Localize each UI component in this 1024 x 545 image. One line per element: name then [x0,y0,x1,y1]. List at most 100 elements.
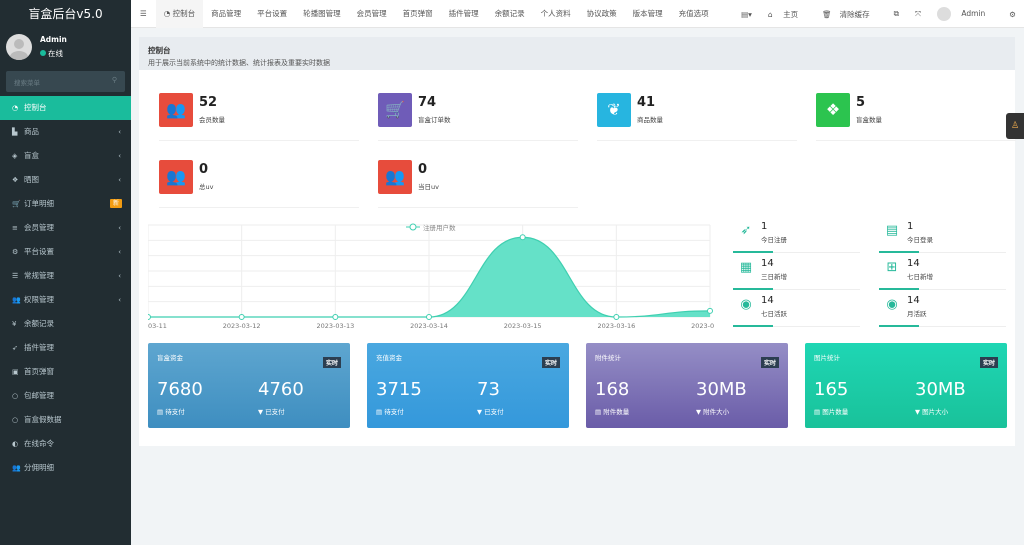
home-link[interactable]: ⌂ 主页 [760,9,814,20]
sidebar-item[interactable]: ⚙ 平台设置 ‹ [0,240,131,264]
avatar [6,34,32,60]
sidebar-item[interactable]: ◐ 在线命令 [0,432,131,456]
user-avatar [936,7,951,21]
sidebar-item[interactable]: ▙ 商品 ‹ [0,120,131,144]
sidebar-item-label: 盲盒 [24,151,39,160]
mini-stat-label: 七日活跃 [761,310,787,318]
nav-tab-label: 版本管理 [632,8,663,18]
card-title: 盲盒资金 [157,354,183,362]
card-label-1: ▤ 附件数量 [595,408,630,416]
sidebar-item[interactable]: ◔ 控制台 [0,96,131,120]
dashboard-icon: ◔ [12,104,19,112]
sidebar-item-label: 余额记录 [24,319,54,328]
x-tick-label: 2023-03-16 [597,322,635,330]
sidebar-item[interactable]: 🛒 订单明细 新 [0,192,131,216]
chevron-left-icon: ‹ [118,296,121,304]
sidebar-item[interactable]: ➶ 插件管理 [0,336,131,360]
search-icon[interactable]: ⚲ [112,76,117,84]
mini-stat: ⊞ 14 七日新增 [879,257,1006,290]
card-label-2-text: 已支付 [265,408,285,416]
side-toggle-button[interactable]: ♙ [1006,113,1024,139]
nav-tab[interactable]: 轮播图管理 [295,0,349,28]
summary-card: 图片统计 实时 165 ▤ 图片数量 30MB ▼ 图片大小 [805,343,1007,428]
sidebar-item[interactable]: ○ 包邮管理 [0,384,131,408]
data-point [519,234,526,241]
registration-chart: 2023-03-11 2023-03-12 2023-03-13 2023-03-14… [148,223,714,330]
sidebar-item[interactable]: ¥ 余额记录 [0,312,131,336]
mini-stat-label: 今日登录 [907,236,933,244]
card-label-1: ▤ 图片数量 [814,408,849,416]
sidebar-item-label: 包邮管理 [24,391,54,400]
card-label-2: ▼ 图片大小 [915,408,949,416]
sidebar-item[interactable]: ◈ 盲盒 ‹ [0,144,131,168]
gear-icon: ⚙ [12,248,19,256]
user-name: Admin [40,35,67,44]
mini-stat-label: 月活跃 [907,310,927,318]
data-point [148,314,151,320]
nav-tab[interactable]: ◔ 控制台 [155,0,204,28]
progress-bar [879,325,919,327]
users-icon: 👥 [12,296,21,304]
sidebar-item[interactable]: ☰ 常规管理 ‹ [0,264,131,288]
calendar-plus-icon: ⊞ [886,260,898,275]
summary-card: 充值资金 实时 3715 ▤ 待支付 73 ▼ 已支付 [367,343,569,428]
legend-label: 注册用户数 [423,223,456,232]
sidebar-item-label: 晒图 [24,175,39,184]
nav-tab-label: 首页弹窗 [402,8,433,18]
settings-icon[interactable]: ⚙ [1001,10,1024,19]
menu-search-input[interactable]: 搜索菜单 ⚲ [6,71,125,92]
progress-bar [733,251,773,253]
sidebar-item[interactable]: ○ 盲盒假数据 [0,408,131,432]
nav-tab[interactable]: 会员管理 [349,0,395,28]
nav-tab[interactable]: 插件管理 [441,0,487,28]
clear-cache-button[interactable]: 🗑 清除缓存 [814,9,886,20]
adjust-icon: ◐ [12,440,19,448]
card-label-2: ▼ 附件大小 [696,408,730,416]
rocket-icon: ➶ [12,344,18,352]
stat-value: 0 [418,162,428,177]
app-title[interactable]: 盲盒后台v5.0 [0,0,131,28]
users-icon: 👥 [378,160,412,194]
layout-dropdown-icon[interactable]: ▤▾ [733,10,760,19]
nav-tab[interactable]: 协议政策 [579,0,625,28]
sidebar-item[interactable]: 👥 权限管理 ‹ [0,288,131,312]
shopping-bag-icon: ▙ [12,128,18,136]
leaf-icon: ❦ [597,93,631,127]
stat-label: 总uv [199,183,214,191]
x-tick-label: 2023-03-11 [148,322,167,330]
stat-label: 当日uv [418,183,439,191]
nav-tab[interactable]: 平台设置 [249,0,295,28]
cube-icon: ◈ [12,152,18,160]
card-value-1: 168 [595,379,630,400]
nav-tab[interactable]: 余额记录 [487,0,533,28]
nav-tab[interactable]: 首页弹窗 [395,0,441,28]
card-label-2-text: 图片大小 [922,408,949,416]
user-menu[interactable]: Admin [929,7,1001,21]
mini-stat: ◉ 14 月活跃 [879,294,1006,327]
sidebar-item[interactable]: ▣ 首页弹窗 [0,360,131,384]
translate-icon[interactable]: ⧉ [886,9,907,19]
user-circle-icon: ◉ [740,297,752,312]
menu-toggle-icon[interactable]: ☰ [131,0,156,28]
nav-tab[interactable]: 商品管理 [203,0,249,28]
card-label-1: ▤ 待支付 [157,408,185,416]
cart-icon: 🛒 [12,200,21,208]
sidebar-item[interactable]: ❖ 晒图 ‹ [0,168,131,192]
calendar-icon: ▦ [739,260,753,275]
sidebar-item[interactable]: 👥 分佣明细 [0,456,131,480]
nav-tab[interactable]: 版本管理 [625,0,671,28]
sidebar-item[interactable]: ≡ 会员管理 ‹ [0,216,131,240]
realtime-badge: 实时 [322,357,341,368]
card-label-1: ▤ 待支付 [376,408,404,416]
nav-tab-label: 余额记录 [494,8,525,18]
nav-tab[interactable]: 个人资料 [533,0,579,28]
stat-value: 0 [199,162,209,177]
mini-stat-label: 三日新增 [761,273,787,281]
fullscreen-icon[interactable]: ⤧ [907,9,929,19]
navbar-right: ▤▾ ⌂ 主页 🗑 清除缓存 ⧉ ⤧ Admin ⚙ [733,0,1024,28]
dashboard-icon: ◔ [163,8,173,18]
nav-tabs: ◔ 控制台 商品管理 平台设置 轮播图管理 会员管理 首页弹窗 插件管理 余额记录 个人资料 协议… [155,0,717,28]
nav-tab[interactable]: 充值选项 [671,0,717,28]
x-tick-label: 2023-03-17 [691,322,714,330]
sidebar: 盲盒后台v5.0 Admin 在线 搜索菜单 ⚲ ◔ 控制台 ▙ 商品 ‹ ◈ 盲盒 ‹ ❖ 晒图 ‹… [0,0,131,545]
